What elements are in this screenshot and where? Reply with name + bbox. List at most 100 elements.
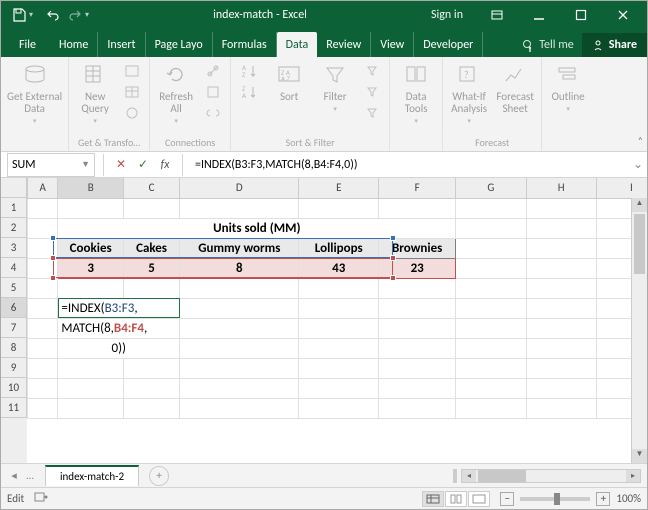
row-header[interactable]: 11 <box>1 398 27 418</box>
whatif-button[interactable]: ? What-If Analysis▾ <box>449 61 489 125</box>
new-query-button[interactable]: New Query▾ <box>75 61 115 125</box>
col-header[interactable]: C <box>123 178 179 198</box>
zoom-level[interactable]: 100% <box>616 492 641 505</box>
col-header[interactable]: A <box>28 178 58 198</box>
row-header[interactable]: 10 <box>1 378 27 398</box>
cell[interactable]: 43 <box>299 258 379 278</box>
undo-icon[interactable] <box>43 5 63 25</box>
clear-filter-button[interactable] <box>361 61 383 81</box>
name-box[interactable]: SUM▼ <box>7 153 95 177</box>
sign-in-link[interactable]: Sign in <box>431 8 463 22</box>
col-header[interactable]: D <box>180 178 299 198</box>
col-header[interactable]: G <box>456 178 526 198</box>
tab-review[interactable]: Review <box>317 32 371 57</box>
horizontal-scrollbar[interactable]: ◂ ▸ <box>461 469 641 483</box>
reapply-button[interactable] <box>361 82 383 102</box>
col-header[interactable]: E <box>299 178 379 198</box>
minimize-button[interactable] <box>521 1 557 29</box>
zoom-out-icon[interactable]: − <box>500 492 514 506</box>
cell[interactable]: Cakes <box>123 238 179 258</box>
view-page-break-icon[interactable] <box>468 491 490 507</box>
quick-access-toolbar: ▾ ▾ <box>1 5 89 25</box>
cell[interactable]: Units sold (MM) <box>58 218 456 238</box>
tab-insert[interactable]: Insert <box>98 32 145 57</box>
cell[interactable]: 8 <box>180 258 299 278</box>
fx-icon[interactable]: fx <box>154 158 176 172</box>
tab-page-layout[interactable]: Page Layo <box>146 32 213 57</box>
share-button[interactable]: Share <box>582 33 647 57</box>
from-table-button[interactable] <box>121 82 143 102</box>
row-header[interactable]: 3 <box>1 238 27 258</box>
sort-desc-button[interactable]: ZA <box>237 82 263 102</box>
tell-me-search[interactable]: Tell me <box>514 33 582 57</box>
zoom-control[interactable]: − + 100% <box>500 492 641 506</box>
cell[interactable]: 0)) <box>58 338 180 358</box>
expand-formula-bar-icon[interactable]: ⌄ <box>629 157 647 172</box>
cell[interactable]: Gummy worms <box>180 238 299 258</box>
sort-button[interactable]: Z AA Z Sort <box>269 61 309 103</box>
row-header[interactable]: 4 <box>1 258 27 278</box>
enter-icon[interactable]: ✓ <box>132 157 154 172</box>
cell-grid[interactable]: A B C D E F G H I Units sold (MM) Cookie… <box>27 178 647 419</box>
row-header[interactable]: 8 <box>1 338 27 358</box>
col-header[interactable]: F <box>379 178 456 198</box>
sheet-nav-first-icon[interactable]: ◂ <box>7 469 21 482</box>
cancel-icon[interactable]: ✕ <box>110 157 132 172</box>
group-sort-filter: AZ ZA Z AA Z Sort Filter▾ Sort & Filter <box>231 57 390 151</box>
data-tools-button[interactable]: Data Tools▾ <box>396 61 436 125</box>
recent-sources-button[interactable] <box>121 103 143 123</box>
col-header[interactable]: I <box>596 178 647 198</box>
active-cell[interactable]: =INDEX(B3:F3, <box>58 298 180 318</box>
col-header[interactable]: B <box>58 178 124 198</box>
refresh-all-button[interactable]: Refresh All▾ <box>156 61 196 125</box>
cell[interactable]: MATCH(8,B4:F4, <box>58 318 180 338</box>
connections-button[interactable] <box>202 61 224 81</box>
col-header[interactable]: H <box>526 178 596 198</box>
tab-view[interactable]: View <box>371 32 414 57</box>
status-bar: Edit − + 100% <box>1 487 647 509</box>
row-header[interactable]: 5 <box>1 278 27 298</box>
cell[interactable]: 3 <box>58 258 124 278</box>
collapse-ribbon-icon[interactable]: ˄ <box>638 134 643 147</box>
group-connections: Refresh All▾ Connections <box>150 57 231 151</box>
vertical-scrollbar[interactable]: ▲ ▼ <box>631 198 647 463</box>
advanced-button[interactable] <box>361 103 383 123</box>
view-page-layout-icon[interactable] <box>445 491 467 507</box>
cell[interactable]: 5 <box>123 258 179 278</box>
edit-links-button[interactable] <box>202 103 224 123</box>
properties-button[interactable] <box>202 82 224 102</box>
sheet-tab[interactable]: index-match-2 <box>45 465 139 486</box>
sort-asc-button[interactable]: AZ <box>237 61 263 81</box>
row-header[interactable]: 7 <box>1 318 27 338</box>
view-normal-icon[interactable] <box>422 491 444 507</box>
cell[interactable]: Lollipops <box>299 238 379 258</box>
add-sheet-button[interactable]: + <box>149 466 169 486</box>
macro-record-icon[interactable] <box>34 491 48 506</box>
cell[interactable]: Cookies <box>58 238 124 258</box>
row-header[interactable]: 2 <box>1 218 27 238</box>
filter-button[interactable]: Filter▾ <box>315 61 355 113</box>
tab-developer[interactable]: Developer <box>414 32 483 57</box>
maximize-button[interactable] <box>563 1 599 29</box>
redo-icon[interactable] <box>65 5 85 25</box>
row-header[interactable]: 9 <box>1 358 27 378</box>
tab-formulas[interactable]: Formulas <box>213 32 277 57</box>
sheet-nav-prev-icon[interactable]: … <box>23 469 37 482</box>
row-header[interactable]: 6 <box>1 298 27 318</box>
forecast-sheet-button[interactable]: Forecast Sheet <box>495 61 535 115</box>
select-all-corner[interactable] <box>1 178 27 198</box>
show-queries-button[interactable] <box>121 61 143 81</box>
ribbon-options-icon[interactable] <box>479 1 515 29</box>
formula-input[interactable]: =INDEX(B3:F3,MATCH(8,B4:F4,0)) <box>189 158 629 172</box>
tab-home[interactable]: Home <box>50 32 98 57</box>
save-icon[interactable] <box>9 5 29 25</box>
get-external-data-button[interactable]: Get External Data▾ <box>7 61 62 125</box>
outline-button[interactable]: Outline▾ <box>548 61 588 113</box>
tab-data[interactable]: Data <box>277 32 318 57</box>
sheet-tab-bar: ◂ … index-match-2 + ◂ ▸ <box>1 463 647 487</box>
tab-file[interactable]: File <box>5 32 50 57</box>
close-button[interactable] <box>605 1 641 29</box>
status-mode: Edit <box>7 492 24 505</box>
zoom-in-icon[interactable]: + <box>596 492 610 506</box>
row-header[interactable]: 1 <box>1 198 27 218</box>
